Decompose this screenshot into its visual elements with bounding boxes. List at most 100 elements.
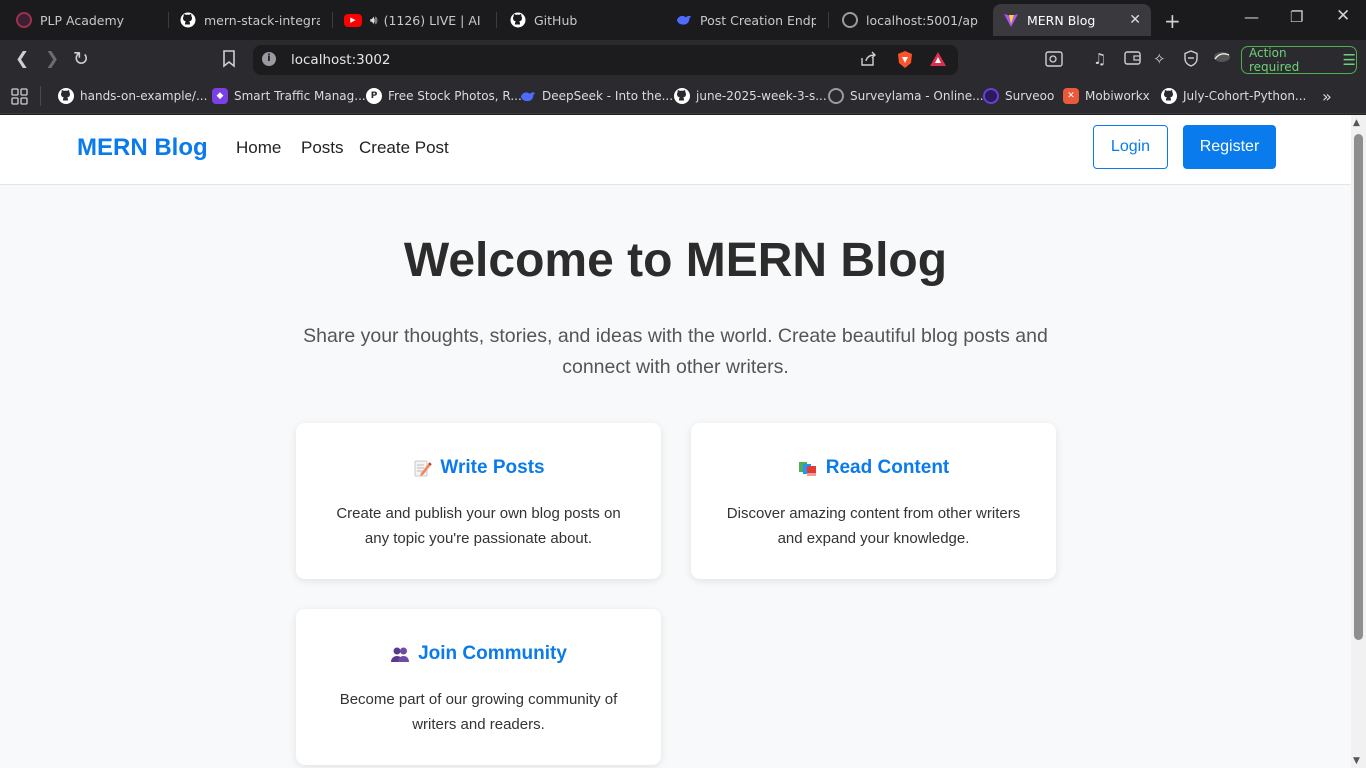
bookmark-hands-on-example[interactable]: hands-on-example/... (58, 86, 207, 106)
reader-mode-icon[interactable] (1045, 51, 1063, 71)
tab-localhost-api[interactable]: localhost:5001/api/ca (832, 4, 988, 36)
new-tab-button[interactable]: + (1164, 9, 1181, 33)
bookmark-free-stock-photos[interactable]: P Free Stock Photos, R... (366, 86, 522, 106)
github-icon (510, 12, 526, 28)
tab-mern-stack[interactable]: mern-stack-integratio (170, 4, 330, 36)
site-info-icon[interactable]: i (262, 52, 276, 66)
tab-label: PLP Academy (40, 12, 125, 28)
feature-card-read-content: Read Content Discover amazing content fr… (691, 423, 1056, 579)
bookmark-label: Smart Traffic Manag... (234, 89, 366, 103)
hero-subtitle: Share your thoughts, stories, and ideas … (303, 325, 1048, 378)
app-icon: ◆ (212, 88, 228, 104)
speaker-icon: 🔊︎ (370, 12, 378, 27)
card-title-text: Join Community (418, 643, 567, 664)
mobiworkx-icon: ✕ (1063, 88, 1079, 104)
close-tab-icon[interactable]: ✕ (1121, 12, 1141, 28)
tab-label: MERN Blog (1027, 12, 1096, 28)
restore-icon[interactable]: ❐ (1290, 8, 1303, 26)
share-icon[interactable] (860, 51, 877, 71)
bookmark-label: Mobiworkx (1085, 89, 1150, 103)
feature-card-join-community: Join Community Become part of our growin… (296, 609, 661, 765)
card-title-text: Write Posts (440, 457, 545, 478)
tab-label: GitHub (534, 12, 578, 28)
tab-separator (168, 12, 169, 28)
bookmark-label: Free Stock Photos, R... (388, 89, 522, 103)
tab-post-creation[interactable]: Post Creation Endpoir (666, 4, 826, 36)
card-description: Create and publish your own blog posts o… (336, 505, 621, 547)
register-button[interactable]: Register (1183, 125, 1276, 169)
url-text[interactable]: localhost:3002 (291, 52, 391, 68)
card-title: Join Community (296, 643, 661, 665)
tab-github[interactable]: GitHub (500, 4, 660, 36)
site-navbar: MERN Blog Home Posts Create Post Login R… (0, 115, 1351, 185)
nav-create-post-link[interactable]: Create Post (359, 138, 449, 158)
bookmark-label: june-2025-week-3-s... (696, 89, 827, 103)
deepseek-icon (520, 88, 536, 104)
page-viewport: MERN Blog Home Posts Create Post Login R… (0, 115, 1351, 768)
hero-title: Welcome to MERN Blog (403, 234, 948, 287)
brave-shields-icon[interactable] (896, 50, 914, 73)
tab-separator (332, 12, 333, 28)
nav-posts-link[interactable]: Posts (301, 138, 344, 158)
action-required-label: Action required (1249, 46, 1300, 74)
reload-icon[interactable]: ↻ (73, 48, 89, 70)
back-icon[interactable]: ❮ (15, 49, 29, 69)
bookmark-surveylama[interactable]: Surveylama - Online... (828, 86, 984, 106)
bookmark-label: July-Cohort-Python... (1183, 89, 1307, 103)
github-icon (180, 12, 196, 28)
github-icon (1161, 88, 1177, 104)
leo-ai-icon[interactable]: ✧ (1153, 50, 1166, 68)
tab-youtube-live[interactable]: ▶ 🔊︎ (1126) LIVE | AI Ah (334, 4, 494, 36)
bookmark-mobiworkx[interactable]: ✕ Mobiworkx (1063, 86, 1150, 106)
bookmark-separator (40, 86, 41, 106)
card-title-text: Read Content (825, 457, 950, 478)
brave-rewards-icon[interactable] (929, 51, 947, 71)
tab-label: (1126) LIVE | AI Ah (383, 12, 484, 28)
tab-plp-academy[interactable]: PLP Academy (6, 4, 166, 36)
vpn-shield-icon[interactable] (1183, 50, 1199, 71)
close-window-icon[interactable]: ✕ (1336, 6, 1350, 26)
bookmark-surveoo[interactable]: Surveoo (983, 86, 1054, 106)
bookmark-label: hands-on-example/... (80, 89, 208, 103)
tab-label: Post Creation Endpoir (700, 12, 816, 28)
plp-icon (16, 12, 32, 28)
bookmark-july-cohort[interactable]: July-Cohort-Python... (1161, 86, 1306, 106)
scroll-up-icon[interactable]: ▲ (1353, 118, 1360, 128)
extension-icon[interactable] (1213, 50, 1231, 68)
memo-icon (412, 458, 433, 478)
bookmark-june-2025[interactable]: june-2025-week-3-s... (674, 86, 827, 106)
globe-icon (828, 88, 844, 104)
youtube-icon: ▶ (344, 13, 362, 27)
bookmark-icon[interactable] (222, 50, 236, 73)
site-brand[interactable]: MERN Blog (77, 134, 208, 162)
pexels-icon: P (366, 88, 382, 104)
tab-separator (496, 12, 497, 28)
github-icon (674, 88, 690, 104)
github-icon (58, 88, 74, 104)
bookmark-label: Surveylama - Online... (850, 89, 984, 103)
nav-home-link[interactable]: Home (236, 138, 281, 158)
bookmark-deepseek[interactable]: DeepSeek - Into the... (520, 86, 673, 106)
card-title: Write Posts (296, 457, 661, 479)
feature-card-write-posts: Write Posts Create and publish your own … (296, 423, 661, 579)
more-bookmarks-icon[interactable]: » (1322, 86, 1332, 106)
login-button[interactable]: Login (1093, 125, 1168, 169)
wallet-icon[interactable] (1124, 50, 1141, 69)
scrollbar-thumb[interactable] (1354, 134, 1363, 640)
card-description: Discover amazing content from other writ… (726, 505, 1021, 547)
card-title: Read Content (691, 457, 1056, 479)
scroll-down-icon[interactable]: ▼ (1353, 756, 1360, 766)
globe-icon (842, 12, 858, 28)
apps-grid-icon[interactable] (11, 86, 28, 106)
bookmark-label: Surveoo (1005, 89, 1055, 103)
music-icon[interactable]: ♫ (1093, 50, 1106, 68)
tab-separator (828, 12, 829, 28)
minimize-icon[interactable]: — (1244, 8, 1259, 26)
bookmark-smart-traffic[interactable]: ◆ Smart Traffic Manag... (212, 86, 366, 106)
action-required-button[interactable]: Action required ☰ (1241, 46, 1357, 74)
books-icon (798, 458, 818, 478)
tab-mern-blog[interactable]: MERN Blog ✕ (993, 4, 1151, 36)
forward-icon[interactable]: ❯ (45, 49, 59, 69)
vite-icon (1003, 12, 1019, 28)
tab-label: mern-stack-integratio (204, 12, 320, 28)
